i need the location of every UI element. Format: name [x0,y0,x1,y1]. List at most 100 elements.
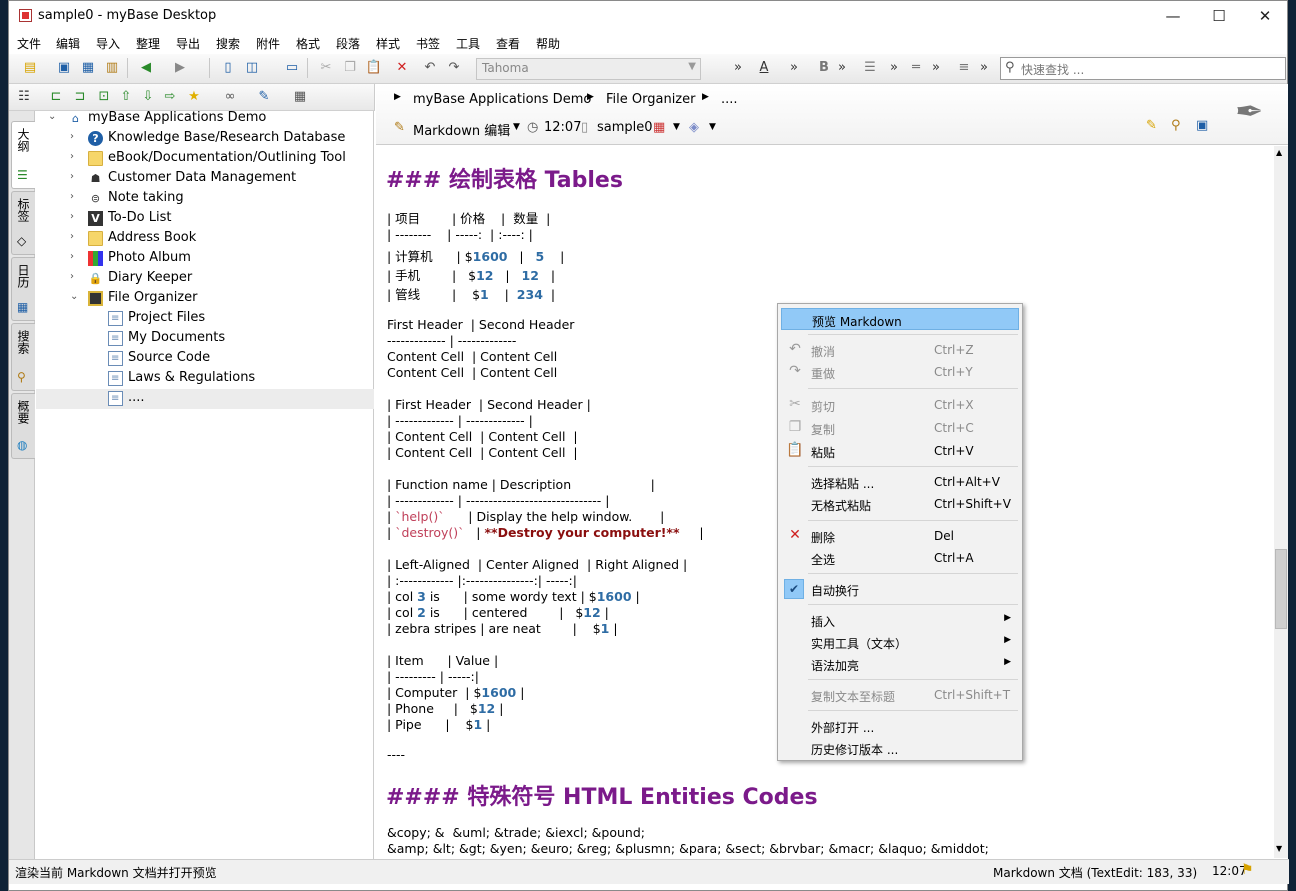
broom-icon[interactable]: ⚑ [1241,862,1254,878]
breadcrumb-item[interactable]: myBase Applications Demo [413,92,591,107]
numbered-list-icon[interactable]: ☰ [861,59,879,77]
horizontal-rule-icon[interactable]: ═ [907,59,925,77]
tree-root[interactable]: ⌄ ⌂ myBase Applications Demo [36,109,374,129]
move-node-icon[interactable]: ⊡ [95,88,113,106]
menu-insert[interactable]: 插入 ▶ [781,609,1019,631]
edit-mode-label[interactable]: Markdown 编辑 [413,120,510,139]
link-icon[interactable]: ∞ [221,88,239,106]
menu-style[interactable]: 样式 [376,35,400,52]
tree-item[interactable]: Laws & Regulations [36,369,374,389]
menu-organize[interactable]: 整理 [136,35,160,52]
tree-item[interactable]: .... [36,389,374,409]
menu-redo[interactable]: ↷ 重做 Ctrl+Y [781,361,1019,383]
tree-item[interactable]: › Address Book [36,229,374,249]
toolbar-overflow-icon[interactable]: » [975,59,993,77]
add-child-icon[interactable]: ⊐ [71,88,89,106]
toolbar-overflow-icon[interactable]: » [785,59,803,77]
tree-item[interactable]: Project Files [36,309,374,329]
edit-note-icon[interactable]: ✎ [1146,118,1157,133]
menu-help[interactable]: 帮助 [536,35,560,52]
tag-icon[interactable]: ◈ [689,120,699,135]
save-all-icon[interactable]: ▦ [79,59,97,77]
copy-icon[interactable]: ❐ [341,59,359,77]
outline-tree-icon[interactable]: ☷ [15,88,33,106]
tab-outline[interactable]: 大纲 ☰ [11,121,35,189]
scrollbar-thumb[interactable] [1275,549,1287,629]
tab-calendar[interactable]: 日历 ▦ [11,257,35,321]
calendar-icon[interactable]: ▦ [291,88,309,106]
menu-select-all[interactable]: 全选 Ctrl+A [781,547,1019,569]
tab-search[interactable]: 搜索 ⚲ [11,323,35,391]
menu-undo[interactable]: ↶ 撤消 Ctrl+Z [781,339,1019,361]
export-icon[interactable]: ▥ [103,59,121,77]
add-sibling-icon[interactable]: ⊏ [47,88,65,106]
menu-syntax-highlight[interactable]: 语法加亮 ▶ [781,653,1019,675]
menu-file[interactable]: 文件 [17,35,41,52]
editor-scrollbar[interactable]: ▲ ▼ [1274,146,1288,858]
forward-icon[interactable]: ▶ [171,59,189,77]
toolbar-overflow-icon[interactable]: » [927,59,945,77]
menu-view[interactable]: 查看 [496,35,520,52]
image-icon[interactable]: ▣ [1196,118,1208,133]
back-icon[interactable]: ◀ [137,59,155,77]
menu-word-wrap[interactable]: ✔ 自动换行 [781,578,1019,600]
menu-bookmark[interactable]: 书签 [416,35,440,52]
menu-cut[interactable]: ✂ 剪切 Ctrl+X [781,394,1019,416]
minimize-button[interactable]: — [1150,1,1196,32]
font-color-icon[interactable]: A [755,59,773,77]
menu-paste-special[interactable]: 选择粘贴 ... Ctrl+Alt+V [781,471,1019,493]
save-icon[interactable]: ▣ [55,59,73,77]
menu-copy-to-title[interactable]: 复制文本至标题 Ctrl+Shift+T [781,684,1019,706]
bold-icon[interactable]: B [815,59,833,77]
redo-icon[interactable]: ↷ [445,59,463,77]
delete-icon[interactable]: ✕ [393,59,411,77]
close-button[interactable]: ✕ [1242,1,1288,32]
tab-tags[interactable]: 标签 ◇ [11,191,35,255]
layout-panel-icon[interactable]: ▭ [283,59,301,77]
menu-delete[interactable]: ✕ 删除 Del [781,525,1019,547]
move-up-icon[interactable]: ⇧ [117,88,135,106]
scroll-down-icon[interactable]: ▼ [1276,844,1282,853]
toolbar-overflow-icon[interactable]: » [729,59,747,77]
menu-open-external[interactable]: 外部打开 ... [781,715,1019,737]
move-down-icon[interactable]: ⇩ [139,88,157,106]
move-right-icon[interactable]: ⇨ [161,88,179,106]
tree-item[interactable]: › 🔒 Diary Keeper [36,269,374,289]
tree-item[interactable]: › Photo Album [36,249,374,269]
attach-icon[interactable]: ✎ [255,88,273,106]
tree-item[interactable]: › eBook/Documentation/Outlining Tool [36,149,374,169]
toolbar-overflow-icon[interactable]: » [885,59,903,77]
tree-item[interactable]: › ⊜ Note taking [36,189,374,209]
tree-item[interactable]: ›? Knowledge Base/Research Database [36,129,374,149]
chevron-down-icon[interactable]: ▼ [709,122,716,132]
scroll-up-icon[interactable]: ▲ [1276,148,1282,157]
quick-search-input[interactable]: ⚲ 快速查找 ... [1000,57,1286,80]
paste-icon[interactable]: 📋 [365,59,383,77]
menu-search[interactable]: 搜索 [216,35,240,52]
chevron-down-icon[interactable]: ▼ [673,122,680,132]
search-doc-icon[interactable]: ⚲ [1171,118,1181,133]
maximize-button[interactable]: ☐ [1196,1,1242,32]
layout-split-icon[interactable]: ▯ [219,59,237,77]
menu-tools[interactable]: 工具 [456,35,480,52]
menu-copy[interactable]: ❐ 复制 Ctrl+C [781,417,1019,439]
menu-text-tools[interactable]: 实用工具（文本） ▶ [781,631,1019,653]
menu-paste[interactable]: 📋 粘贴 Ctrl+V [781,440,1019,462]
menu-format[interactable]: 格式 [296,35,320,52]
calendar-icon[interactable]: ▦ [653,120,665,135]
menu-import[interactable]: 导入 [96,35,120,52]
tree-item[interactable]: My Documents [36,329,374,349]
menu-edit[interactable]: 编辑 [56,35,80,52]
breadcrumb-item[interactable]: .... [721,92,738,107]
tree-item[interactable]: › V To-Do List [36,209,374,229]
font-select[interactable]: Tahoma ▼ [476,58,701,80]
breadcrumb-item[interactable]: File Organizer [606,92,695,107]
indent-icon[interactable]: ≡ [955,59,973,77]
new-icon[interactable]: ▤ [21,59,39,77]
menu-paragraph[interactable]: 段落 [336,35,360,52]
tree-item[interactable]: Source Code [36,349,374,369]
toolbar-overflow-icon[interactable]: » [833,59,851,77]
chevron-down-icon[interactable]: ▼ [513,122,520,132]
layout-view-icon[interactable]: ◫ [243,59,261,77]
menu-paste-plain[interactable]: 无格式粘贴 Ctrl+Shift+V [781,493,1019,515]
